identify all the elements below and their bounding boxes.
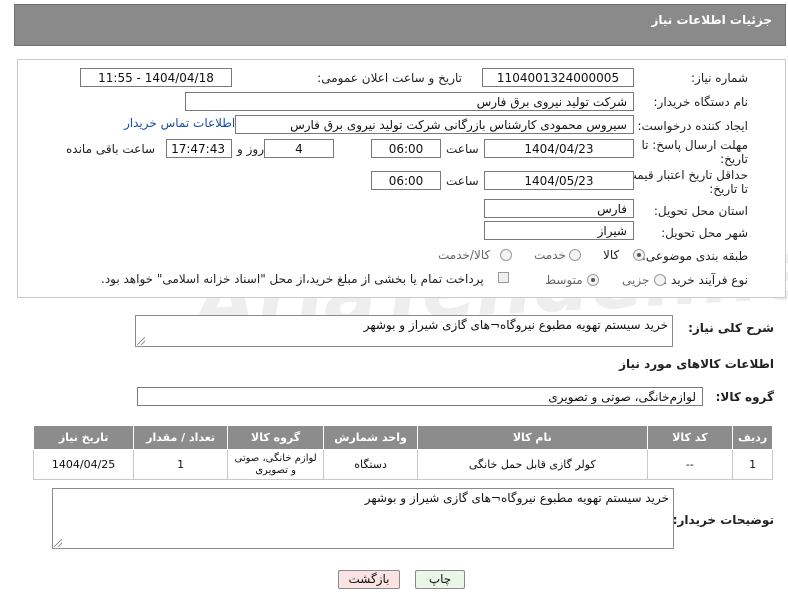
days-label: روز و [237, 142, 264, 156]
city-field[interactable]: شیراز [484, 221, 634, 240]
col-header-unit: واحد شمارش [323, 425, 419, 450]
cell-need-date: 1404/04/25 [32, 449, 135, 480]
category-radio-goods-service[interactable] [500, 249, 512, 261]
cell-row-number: 1 [732, 449, 773, 480]
category-radio-service[interactable] [569, 249, 581, 261]
print-button[interactable]: چاپ [415, 570, 465, 589]
category-label: طبقه بندی موضوعی: [641, 249, 748, 263]
need-number-field[interactable]: 1104001324000005 [482, 68, 634, 87]
category-option-goods: کالا [603, 248, 620, 262]
col-header-group: گروه کالا [227, 425, 325, 450]
deadline-label-line2: تاریخ: [720, 152, 748, 166]
cell-group: لوازم خانگی، صوتی و تصویری [227, 449, 325, 480]
contact-info-link[interactable]: اطلاعات تماس خریدار [124, 116, 235, 130]
remaining-time-field[interactable]: 17:47:43 [166, 139, 232, 158]
announce-label: تاریخ و ساعت اعلان عمومی: [317, 71, 462, 85]
page-title: جزئیات اطلاعات نیاز [651, 13, 772, 27]
resize-grip-icon[interactable] [54, 539, 62, 547]
validity-time-field[interactable]: 06:00 [371, 171, 441, 190]
description-label: شرح کلی نیاز: [688, 321, 774, 335]
resize-grip-icon[interactable] [137, 337, 145, 345]
goods-section-title: اطلاعات کالاهای مورد نیاز [619, 357, 774, 371]
payment-checkbox[interactable] [498, 272, 509, 283]
need-number-label: شماره نیاز: [691, 71, 748, 85]
announce-field[interactable]: 1404/04/18 - 11:55 [80, 68, 232, 87]
description-textarea[interactable]: خرید سیستم تهویه مطبوع نیروگاه¬های گازی … [135, 315, 673, 347]
province-label: استان محل تحویل: [653, 204, 748, 218]
buyer-notes-label: توضیحات خریدار: [672, 513, 774, 527]
creator-field[interactable]: سیروس محمودی کارشناس بازرگانی شرکت تولید… [235, 115, 634, 134]
remaining-time-label: ساعت باقی مانده [66, 142, 156, 156]
buyer-notes-text: خرید سیستم تهویه مطبوع نیروگاه¬های گازی … [364, 491, 669, 505]
deadline-time-label: ساعت [446, 142, 479, 156]
validity-time-label: ساعت [446, 174, 479, 188]
process-label: نوع فرآیند خرید : [663, 273, 748, 287]
table-header-row: ردیف کد کالا نام کالا واحد شمارش گروه کا… [32, 425, 773, 450]
days-remaining-field[interactable]: 4 [264, 139, 334, 158]
description-text: خرید سیستم تهویه مطبوع نیروگاه¬های گازی … [363, 318, 668, 332]
validity-date-field[interactable]: 1404/05/23 [484, 171, 634, 190]
process-option-medium: متوسط [545, 273, 583, 287]
validity-label-line2: تا تاریخ: [709, 182, 748, 196]
city-label: شهر محل تحویل: [661, 226, 748, 240]
creator-label: ایجاد کننده درخواست: [637, 119, 748, 133]
cell-quantity: 1 [133, 449, 229, 480]
buyer-org-label: نام دستگاه خریدار: [653, 95, 749, 109]
payment-note: پرداخت تمام یا بخشی از مبلغ خرید،از محل … [101, 272, 484, 286]
category-option-goods-service: کالا/خدمت [438, 248, 491, 262]
buyer-org-field[interactable]: شرکت تولید نیروی برق فارس [185, 92, 634, 111]
col-header-quantity: تعداد / مقدار [133, 425, 229, 450]
buyer-notes-textarea[interactable]: خرید سیستم تهویه مطبوع نیروگاه¬های گازی … [52, 488, 674, 549]
col-header-row-number: ردیف [732, 425, 773, 450]
process-radio-medium[interactable] [587, 274, 599, 286]
cell-unit: دستگاه [323, 449, 419, 480]
back-button[interactable]: بازگشت [338, 570, 400, 589]
cell-name: کولر گازی قابل حمل خانگی [417, 449, 648, 480]
cell-code: -- [646, 449, 734, 480]
process-radio-minor[interactable] [654, 274, 666, 286]
validity-label-line1: حداقل تاریخ اعتبار قیمت: [621, 168, 748, 182]
deadline-date-field[interactable]: 1404/04/23 [484, 139, 634, 158]
table-row[interactable]: 1 -- کولر گازی قابل حمل خانگی دستگاه لوا… [32, 449, 773, 480]
category-radio-goods[interactable] [633, 249, 645, 261]
category-option-service: خدمت [534, 248, 566, 262]
goods-group-label: گروه کالا: [715, 390, 774, 404]
col-header-name: نام کالا [417, 425, 648, 450]
goods-group-field[interactable]: لوازم‌خانگی، صوتی و تصویری [137, 387, 703, 406]
col-header-code: کد کالا [646, 425, 734, 450]
province-field[interactable]: فارس [484, 199, 634, 218]
deadline-time-field[interactable]: 06:00 [371, 139, 441, 158]
col-header-need-date: تاریخ نیاز [32, 425, 135, 450]
process-option-minor: جزیی [622, 273, 650, 287]
deadline-label-line1: مهلت ارسال پاسخ: تا [641, 138, 748, 152]
items-table: ردیف کد کالا نام کالا واحد شمارش گروه کا… [32, 425, 773, 480]
